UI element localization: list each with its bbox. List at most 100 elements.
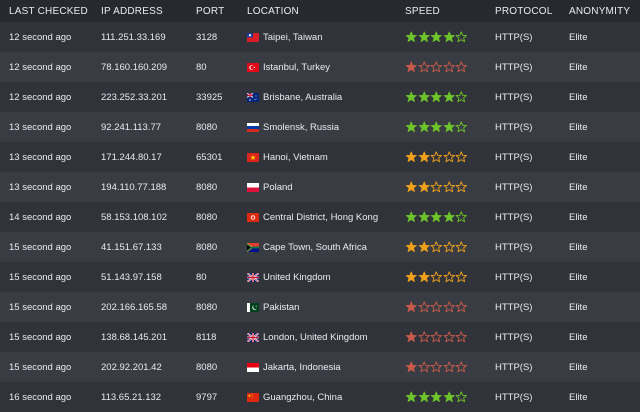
anonymity-cell: Elite [569, 121, 588, 133]
column-header-anonymity[interactable]: ANONYMITY [569, 6, 640, 17]
star-empty-icon [455, 31, 467, 43]
star-empty-icon [418, 331, 430, 343]
table-row[interactable]: 12 second ago 223.252.33.201 33925 Brisbane… [0, 82, 640, 112]
star-empty-icon [443, 151, 455, 163]
location-cell: Pakistan [247, 302, 405, 313]
location-label: Guangzhou, China [263, 391, 343, 403]
star-filled-icon [443, 91, 455, 102]
ip-address-cell[interactable]: 41.151.67.133 [100, 242, 196, 253]
table-row[interactable]: 12 second ago 111.251.33.169 3128 Taipei, T… [0, 22, 640, 52]
table-row[interactable]: 15 second ago 202.166.165.58 8080 Pakistan H… [0, 292, 640, 322]
speed-cell [405, 211, 495, 223]
port-cell[interactable]: 65301 [196, 152, 247, 163]
ip-address-cell[interactable]: 202.92.201.42 [100, 362, 196, 373]
last-checked-cell: 14 second ago [9, 211, 72, 223]
location-cell: London, United Kingdom [247, 332, 405, 343]
star-empty-icon [430, 151, 442, 163]
star-empty-icon [455, 361, 467, 373]
table-row[interactable]: 14 second ago 58.153.108.102 8080 Central D… [0, 202, 640, 232]
table-row[interactable]: 12 second ago 78.160.160.209 80 Istanbul, T… [0, 52, 640, 82]
ip-address-cell[interactable]: 111.251.33.169 [100, 32, 196, 43]
star-filled-icon [405, 181, 417, 192]
speed-rating [405, 271, 468, 283]
column-header-location[interactable]: LOCATION [247, 6, 405, 17]
speed-rating [405, 151, 468, 163]
location-cell: Poland [247, 182, 405, 193]
table-row[interactable]: 13 second ago 92.241.113.77 8080 Smolensk, … [0, 112, 640, 142]
table-row[interactable]: 15 second ago 202.92.201.42 8080 Jakarta, I… [0, 352, 640, 382]
anonymity-cell: Elite [569, 361, 588, 373]
protocol-cell: HTTP(S) [495, 121, 533, 133]
anonymity-cell: Elite [569, 211, 588, 223]
port-cell[interactable]: 8080 [196, 242, 247, 253]
star-empty-icon [430, 181, 442, 193]
ip-address-cell[interactable]: 202.166.165.58 [100, 302, 196, 313]
port-cell[interactable]: 3128 [196, 32, 247, 43]
star-empty-icon [455, 91, 467, 103]
speed-rating [405, 391, 468, 403]
star-filled-icon [405, 151, 417, 162]
protocol-cell: HTTP(S) [495, 391, 533, 403]
star-filled-icon [405, 241, 417, 252]
location-cell: Hanoi, Vietnam [247, 152, 405, 163]
port-cell[interactable]: 8080 [196, 182, 247, 193]
star-empty-icon [430, 331, 442, 343]
ip-address-cell[interactable]: 171.244.80.17 [100, 152, 196, 163]
column-header-speed[interactable]: SPEED [405, 6, 495, 17]
speed-cell [405, 271, 495, 283]
table-row[interactable]: 16 second ago 113.65.21.132 9797 Guangzhou,… [0, 382, 640, 412]
star-empty-icon [455, 301, 467, 313]
anonymity-cell: Elite [569, 61, 588, 73]
column-header-port[interactable]: PORT [196, 6, 247, 17]
star-filled-icon [405, 331, 417, 342]
last-checked-cell: 15 second ago [9, 361, 72, 373]
ip-address-cell[interactable]: 51.143.97.158 [100, 272, 196, 283]
star-filled-icon [418, 31, 430, 42]
ip-address-cell[interactable]: 113.65.21.132 [100, 392, 196, 403]
port-cell[interactable]: 80 [196, 272, 247, 283]
column-header-ip-address[interactable]: IP ADDRESS [100, 6, 196, 17]
location-label: Central District, Hong Kong [263, 211, 379, 223]
speed-cell [405, 241, 495, 253]
speed-cell [405, 301, 495, 313]
star-empty-icon [430, 301, 442, 313]
ip-address-cell[interactable]: 138.68.145.201 [100, 332, 196, 343]
port-cell[interactable]: 9797 [196, 392, 247, 403]
ip-address-cell[interactable]: 92.241.113.77 [100, 122, 196, 133]
port-cell[interactable]: 8080 [196, 212, 247, 223]
speed-rating [405, 61, 468, 73]
port-cell[interactable]: 8118 [196, 332, 247, 343]
protocol-cell: HTTP(S) [495, 31, 533, 43]
star-filled-icon [405, 301, 417, 312]
speed-rating [405, 91, 468, 103]
column-header-protocol[interactable]: PROTOCOL [495, 6, 569, 17]
location-cell: Central District, Hong Kong [247, 212, 405, 223]
speed-rating [405, 31, 468, 43]
table-row[interactable]: 15 second ago 41.151.67.133 8080 Cape Town,… [0, 232, 640, 262]
ip-address-cell[interactable]: 194.110.77.188 [100, 182, 196, 193]
anonymity-cell: Elite [569, 241, 588, 253]
port-cell[interactable]: 33925 [196, 92, 247, 103]
ip-address-cell[interactable]: 58.153.108.102 [100, 212, 196, 223]
table-row[interactable]: 15 second ago 138.68.145.201 8118 London, U… [0, 322, 640, 352]
port-cell[interactable]: 8080 [196, 362, 247, 373]
star-filled-icon [418, 121, 430, 132]
port-cell[interactable]: 8080 [196, 122, 247, 133]
speed-rating [405, 331, 468, 343]
star-empty-icon [418, 301, 430, 313]
location-cell: United Kingdom [247, 272, 405, 283]
star-empty-icon [443, 361, 455, 373]
speed-rating [405, 211, 468, 223]
table-row[interactable]: 13 second ago 194.110.77.188 8080 Poland HTT… [0, 172, 640, 202]
last-checked-cell: 13 second ago [9, 151, 72, 163]
ip-address-cell[interactable]: 223.252.33.201 [100, 92, 196, 103]
port-cell[interactable]: 80 [196, 62, 247, 73]
column-header-last-checked[interactable]: LAST CHECKED [0, 6, 100, 17]
pakistan-flag-icon [247, 302, 259, 312]
speed-cell [405, 31, 495, 43]
poland-flag-icon [247, 182, 259, 192]
table-row[interactable]: 15 second ago 51.143.97.158 80 United Kingd… [0, 262, 640, 292]
port-cell[interactable]: 8080 [196, 302, 247, 313]
ip-address-cell[interactable]: 78.160.160.209 [100, 62, 196, 73]
table-row[interactable]: 13 second ago 171.244.80.17 65301 Hanoi, Vi… [0, 142, 640, 172]
